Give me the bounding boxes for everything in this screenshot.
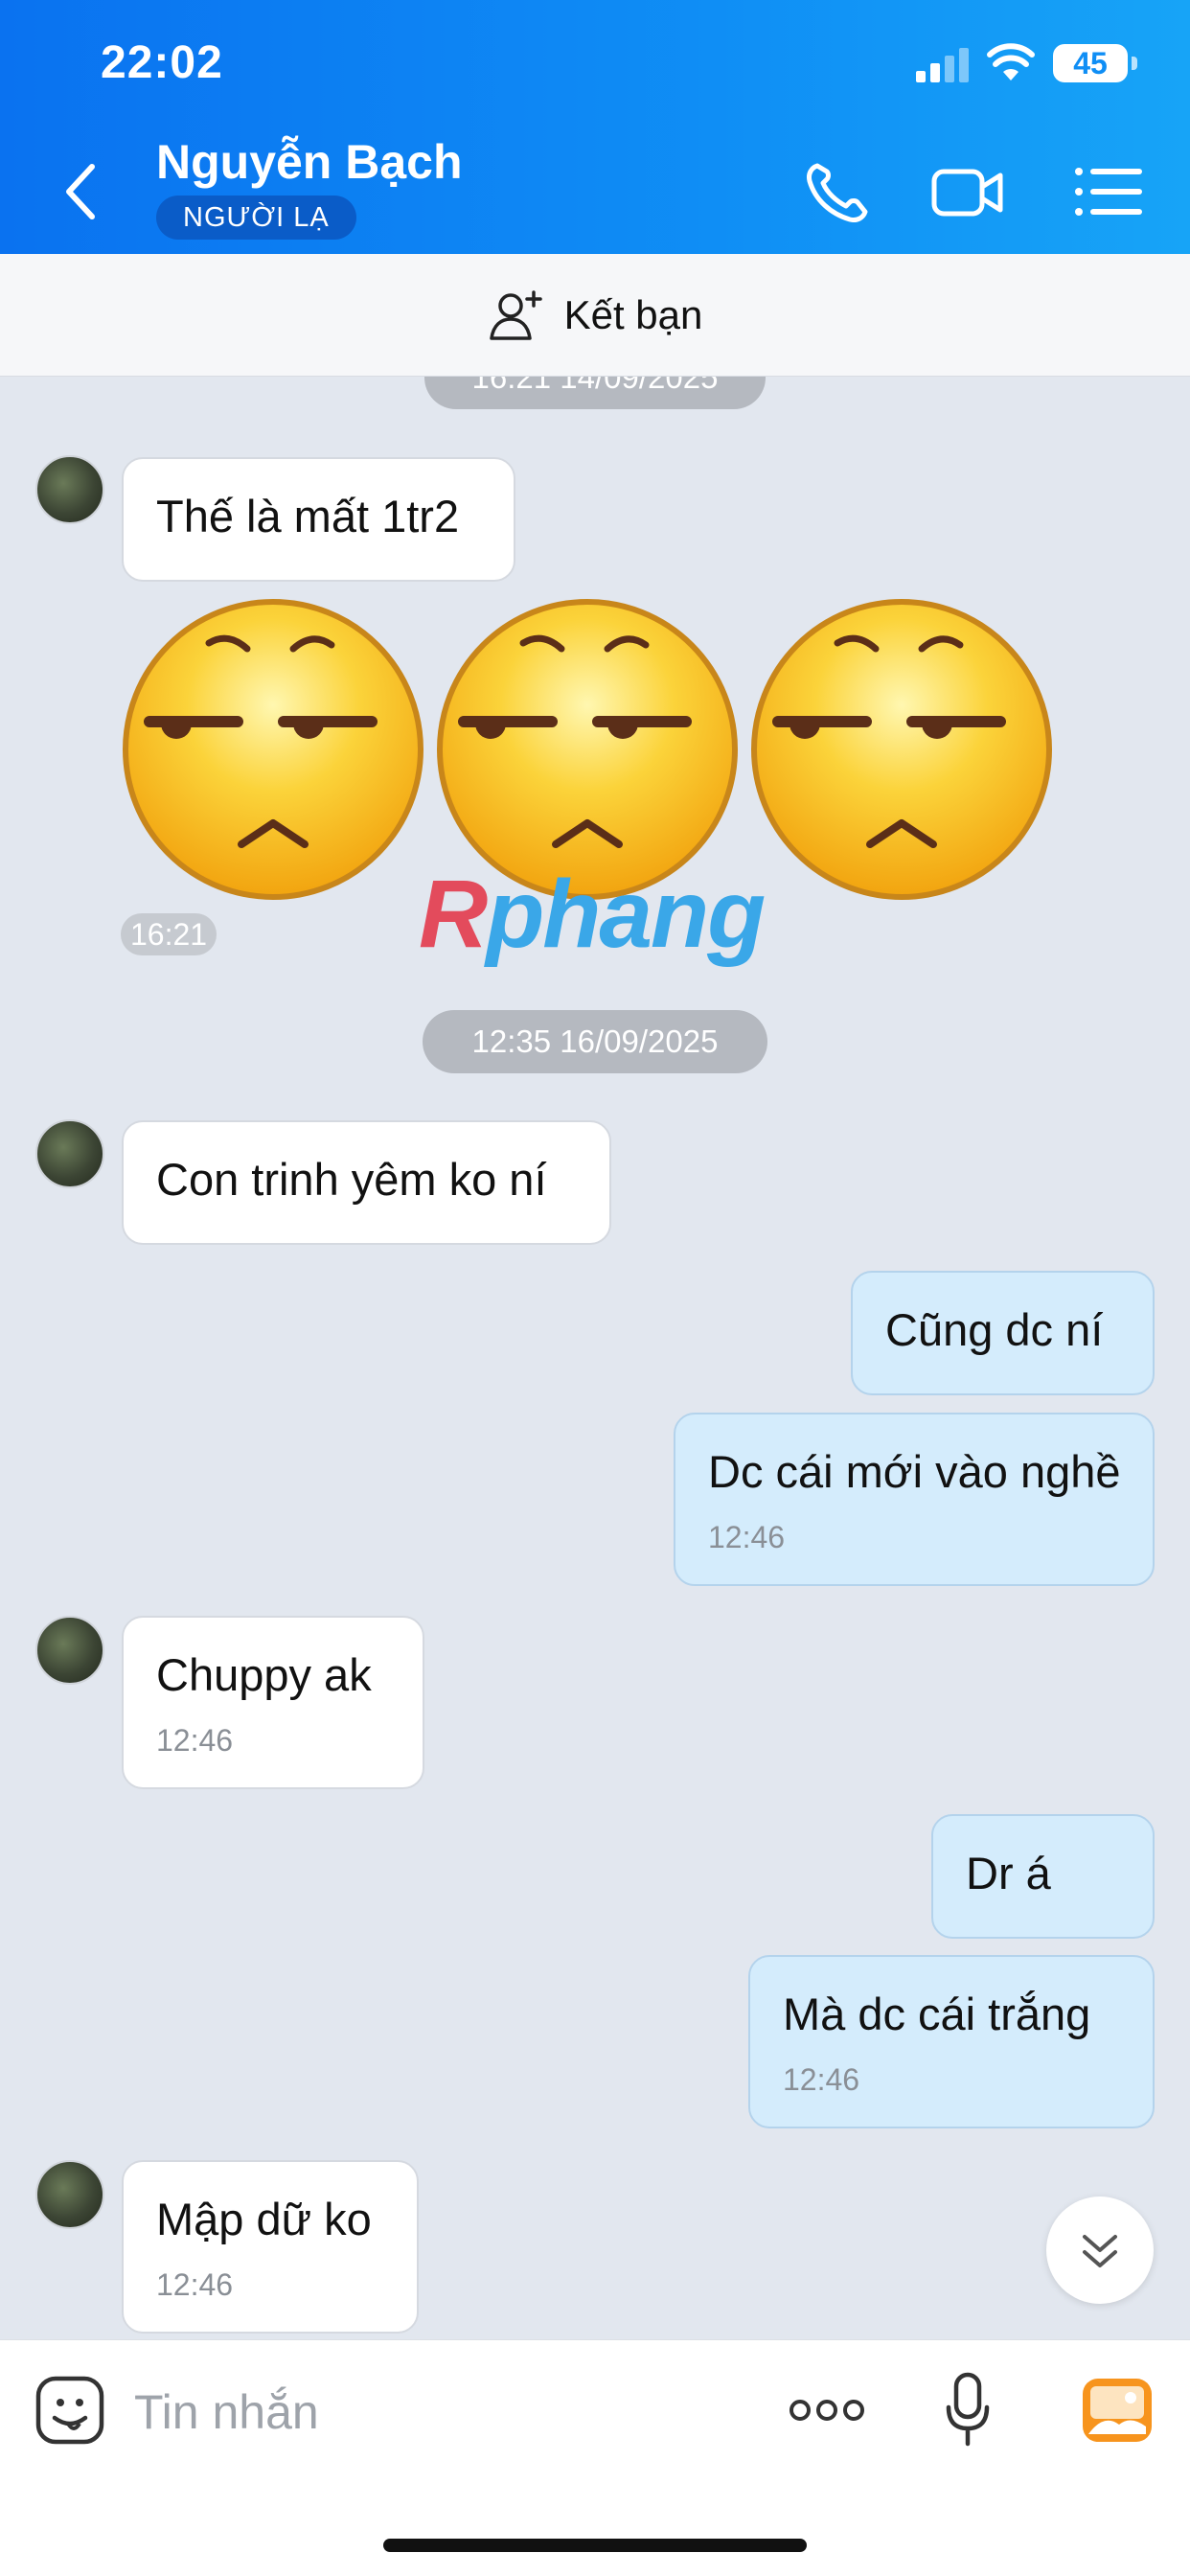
sticker-emoji[interactable] [435,597,740,902]
stranger-badge: NGƯỜI LẠ [156,196,356,240]
avatar[interactable] [35,1119,104,1188]
sticker-emoji[interactable] [749,597,1054,902]
home-indicator [383,2539,807,2552]
wifi-icon [987,43,1035,80]
double-chevron-down-icon [1083,2235,1117,2267]
my-message-bubble[interactable]: Dr á [931,1814,1155,1939]
phone-call-icon[interactable] [800,158,877,225]
cellular-signal-icon [916,48,969,82]
chat-area[interactable]: 16:21 14/09/2025 Thế là mất 1tr2 16:21 1… [0,377,1190,2339]
chat-header: 22:02 45 Nguyễn Bạch NGƯỜI LẠ [0,0,1190,254]
my-message-bubble[interactable]: Cũng dc ní [851,1271,1155,1395]
date-separator: 12:35 16/09/2025 [423,1010,767,1073]
message-text: Dr á [966,1848,1051,1898]
add-friend-bar[interactable]: Kết bạn [0,254,1190,377]
more-options-icon[interactable] [789,2396,865,2425]
message-input-bar [0,2339,1190,2576]
battery-indicator: 45 [1053,44,1137,82]
date-separator: 16:21 14/09/2025 [424,377,766,409]
message-text: Mập dữ ko [156,2194,372,2244]
sticker-emoji[interactable] [121,597,425,902]
message-input[interactable] [134,2379,709,2446]
gallery-image-icon[interactable] [1081,2377,1154,2444]
message-bubble[interactable]: Con trinh yêm ko ní [122,1120,611,1245]
message-text: Dc cái mới vào nghề [708,1446,1121,1497]
sticker-emoji-icon[interactable] [34,2374,106,2447]
add-friend-icon [489,289,542,340]
message-time: 12:46 [156,2267,234,2302]
watermark-r: R [419,861,488,968]
message-bubble[interactable]: Chuppy ak 12:46 [122,1616,424,1789]
avatar[interactable] [35,1616,104,1685]
avatar[interactable] [35,2160,104,2229]
microphone-icon[interactable] [944,2371,992,2448]
watermark-logo: Rphang [419,860,766,970]
my-message-bubble[interactable]: Mà dc cái trắng 12:46 [748,1955,1155,2128]
back-arrow-icon[interactable] [59,161,102,222]
watermark-rest: phang [486,861,766,968]
video-call-icon[interactable] [929,158,1006,225]
contact-name[interactable]: Nguyễn Bạch [156,134,463,190]
menu-list-icon[interactable] [1071,158,1148,225]
message-time: 12:46 [783,2062,860,2097]
add-friend-label: Kết bạn [563,291,703,337]
message-bubble[interactable]: Mập dữ ko 12:46 [122,2160,419,2334]
scroll-to-bottom-button[interactable] [1046,2196,1154,2304]
sticker-time: 16:21 [121,913,217,955]
my-message-bubble[interactable]: Dc cái mới vào nghề 12:46 [674,1413,1155,1586]
message-text: Thế là mất 1tr2 [156,491,460,541]
message-text: Chuppy ak [156,1649,372,1700]
message-time: 12:46 [708,1520,786,1554]
status-time: 22:02 [101,37,223,88]
message-text: Cũng dc ní [885,1304,1104,1355]
message-text: Mà dc cái trắng [783,1989,1091,2039]
avatar[interactable] [35,455,104,524]
message-text: Con trinh yêm ko ní [156,1154,547,1205]
message-bubble[interactable]: Thế là mất 1tr2 [122,457,515,582]
message-time: 12:46 [156,1723,234,1758]
